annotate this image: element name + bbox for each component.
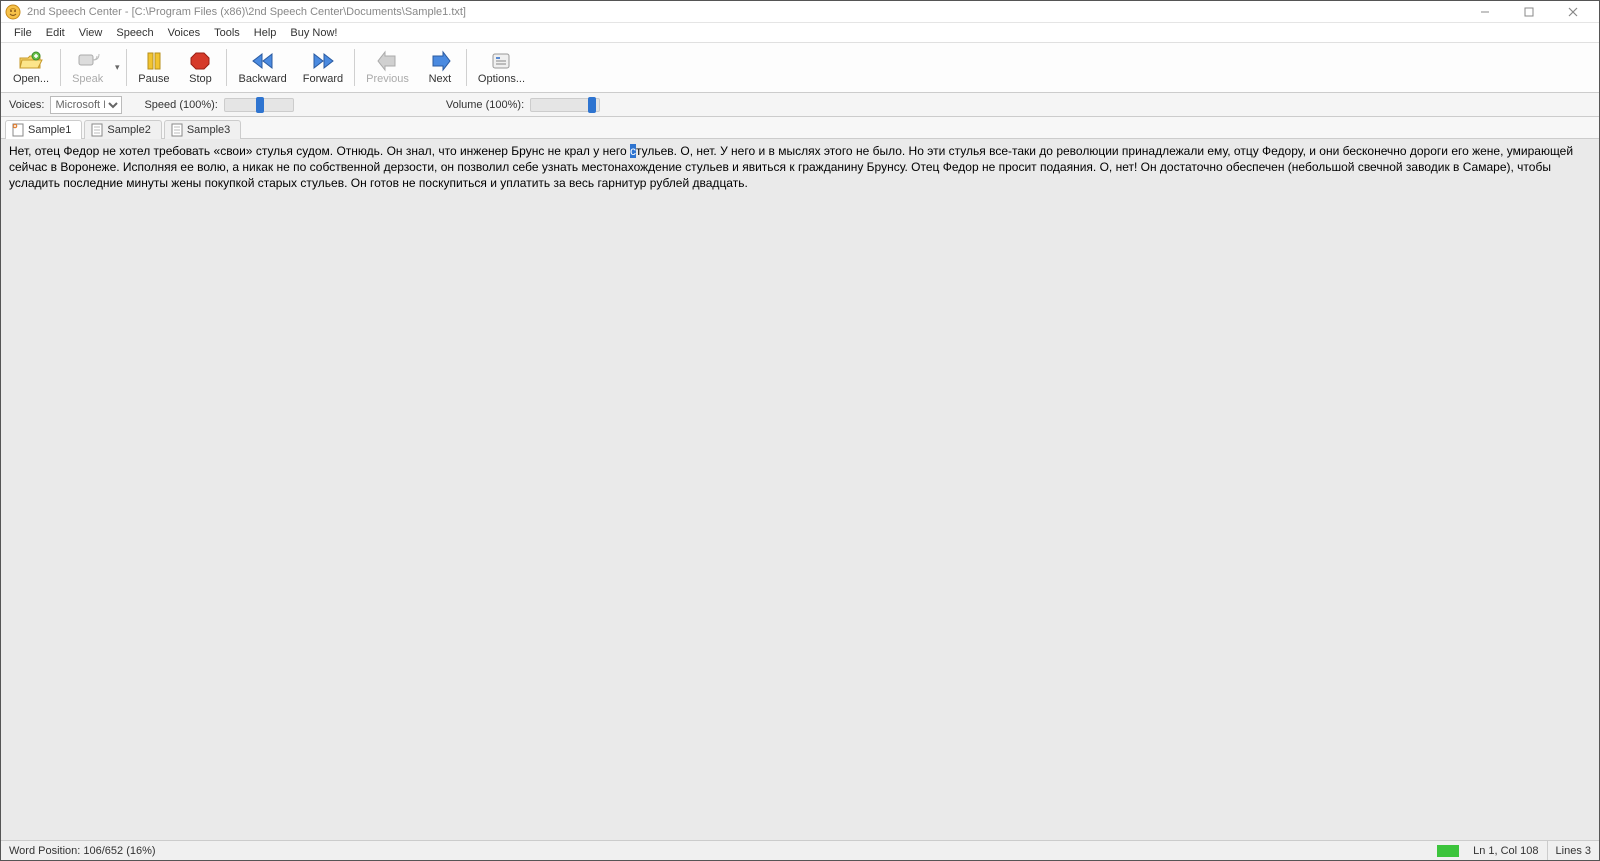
backward-button[interactable]: Backward [230, 45, 294, 90]
speak-button[interactable]: Speak [64, 48, 111, 87]
previous-button[interactable]: Previous [358, 45, 417, 90]
status-lines: Lines 3 [1548, 841, 1599, 860]
menu-file[interactable]: File [7, 25, 39, 41]
previous-icon [375, 50, 401, 72]
options-icon [488, 50, 514, 72]
menu-help[interactable]: Help [247, 25, 284, 41]
menu-view[interactable]: View [72, 25, 110, 41]
status-word-position: Word Position: 106/652 (16%) [1, 841, 164, 860]
titlebar: 2nd Speech Center - [C:\Program Files (x… [1, 1, 1599, 23]
voices-label: Voices: [9, 99, 44, 111]
status-indicator [1437, 845, 1459, 857]
tab-label: Sample1 [28, 124, 71, 136]
menu-speech[interactable]: Speech [109, 25, 160, 41]
pause-icon [141, 50, 167, 72]
statusbar: Word Position: 106/652 (16%) Ln 1, Col 1… [1, 840, 1599, 860]
tabs-bar: Sample1 Sample2 Sample3 [1, 117, 1599, 139]
tab-label: Sample2 [107, 124, 150, 136]
document-area[interactable]: Нет, отец Федор не хотел требовать «свои… [1, 139, 1599, 840]
menubar: File Edit View Speech Voices Tools Help … [1, 23, 1599, 43]
options-label: Options... [478, 73, 525, 85]
menu-tools[interactable]: Tools [207, 25, 247, 41]
speed-slider-thumb[interactable] [256, 97, 264, 113]
speak-label: Speak [72, 73, 103, 85]
volume-slider-thumb[interactable] [588, 97, 596, 113]
tab-sample2[interactable]: Sample2 [84, 120, 161, 139]
backward-icon [250, 50, 276, 72]
speak-dropdown[interactable]: ▾ [111, 62, 123, 73]
tab-sample3[interactable]: Sample3 [164, 120, 241, 139]
status-ln-col: Ln 1, Col 108 [1465, 841, 1547, 860]
open-button[interactable]: Open... [5, 45, 57, 90]
previous-label: Previous [366, 73, 409, 85]
file-modified-icon [12, 123, 24, 137]
options-button[interactable]: Options... [470, 45, 533, 90]
controls-bar: Voices: Microsoft Irina D Speed (100%): … [1, 93, 1599, 117]
close-button[interactable] [1551, 1, 1595, 23]
file-icon [91, 123, 103, 137]
file-icon [171, 123, 183, 137]
window-title: 2nd Speech Center - [C:\Program Files (x… [27, 6, 466, 18]
speed-label: Speed (100%): [144, 99, 217, 111]
tab-sample1[interactable]: Sample1 [5, 120, 82, 139]
document-text-pre: Нет, отец Федор не хотел требовать «свои… [9, 144, 630, 158]
open-icon [18, 50, 44, 72]
voice-select[interactable]: Microsoft Irina D [50, 96, 122, 114]
next-icon [427, 50, 453, 72]
speak-icon [75, 50, 101, 72]
pause-label: Pause [138, 73, 169, 85]
maximize-button[interactable] [1507, 1, 1551, 23]
volume-label: Volume (100%): [446, 99, 524, 111]
app-icon [5, 4, 21, 20]
volume-slider[interactable] [530, 98, 600, 112]
open-label: Open... [13, 73, 49, 85]
speed-slider[interactable] [224, 98, 294, 112]
stop-icon [187, 50, 213, 72]
stop-label: Stop [189, 73, 212, 85]
next-button[interactable]: Next [417, 45, 463, 90]
pause-button[interactable]: Pause [130, 45, 177, 90]
tab-label: Sample3 [187, 124, 230, 136]
backward-label: Backward [238, 73, 286, 85]
menu-voices[interactable]: Voices [161, 25, 207, 41]
menu-edit[interactable]: Edit [39, 25, 72, 41]
minimize-button[interactable] [1463, 1, 1507, 23]
stop-button[interactable]: Stop [177, 45, 223, 90]
menu-buynow[interactable]: Buy Now! [283, 25, 344, 41]
next-label: Next [429, 73, 452, 85]
forward-button[interactable]: Forward [295, 45, 351, 90]
toolbar: Open... Speak ▾ Pause [1, 43, 1599, 93]
forward-icon [310, 50, 336, 72]
forward-label: Forward [303, 73, 343, 85]
